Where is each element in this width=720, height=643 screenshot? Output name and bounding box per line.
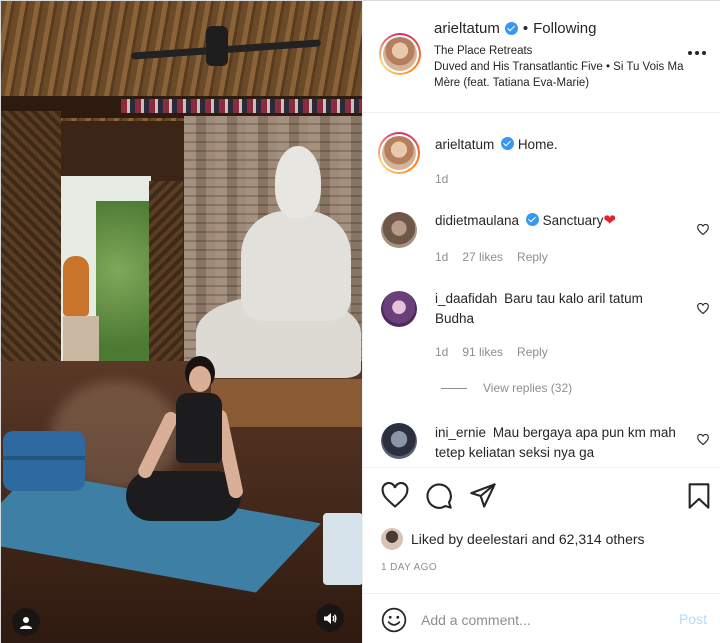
verified-badge-icon bbox=[501, 137, 515, 150]
post-video[interactable] bbox=[1, 1, 362, 643]
author-username[interactable]: arieltatum bbox=[434, 20, 500, 37]
comment-time[interactable]: 1d bbox=[435, 250, 448, 264]
commenter-avatar[interactable] bbox=[381, 291, 417, 327]
tagged-users-button[interactable] bbox=[12, 608, 40, 636]
more-options-icon[interactable] bbox=[688, 47, 710, 59]
following-button[interactable]: Following bbox=[533, 20, 596, 37]
header-separator: • bbox=[522, 20, 529, 37]
comment-like-heart-icon[interactable] bbox=[697, 224, 709, 236]
add-comment-bar: Post bbox=[363, 593, 720, 643]
likes-summary: Liked by deelestari and 62,314 others bbox=[381, 528, 645, 550]
post-actions: Liked by deelestari and 62,314 others 1 … bbox=[363, 467, 720, 593]
post-comment-button[interactable]: Post bbox=[679, 611, 707, 627]
liker-avatar[interactable] bbox=[381, 528, 403, 550]
post-timestamp[interactable]: 1 DAY AGO bbox=[381, 562, 437, 573]
likes-conjunction: and bbox=[531, 531, 555, 547]
video-frame bbox=[1, 1, 362, 643]
sound-toggle-button[interactable] bbox=[316, 604, 344, 632]
liker-username[interactable]: deelestari bbox=[467, 531, 528, 547]
speaker-icon bbox=[324, 612, 337, 624]
post-details-panel: arieltatum • Following The Place Retreat… bbox=[362, 1, 720, 643]
comment-time[interactable]: 1d bbox=[435, 345, 448, 359]
paper-plane-icon[interactable] bbox=[469, 482, 497, 510]
commenter-username[interactable]: ini_ernie bbox=[435, 425, 486, 440]
view-replies-label: View replies (32) bbox=[483, 381, 573, 395]
commenter-avatar[interactable] bbox=[381, 423, 417, 459]
author-avatar[interactable] bbox=[379, 33, 421, 75]
likes-others-link[interactable]: 62,314 others bbox=[559, 531, 645, 547]
red-heart-emoji-icon: ❤ bbox=[603, 212, 616, 229]
comments-list[interactable]: arieltatum Home. 1d didietmaulana Sanctu… bbox=[363, 114, 720, 467]
caption-text: Home. bbox=[517, 137, 558, 152]
commenter-avatar[interactable] bbox=[381, 212, 417, 248]
caption-username[interactable]: arieltatum bbox=[435, 137, 494, 152]
commenter-username[interactable]: didietmaulana bbox=[435, 213, 519, 228]
heart-icon[interactable] bbox=[381, 482, 409, 510]
reply-button[interactable]: Reply bbox=[517, 250, 548, 264]
commenter-username[interactable]: i_daafidah bbox=[435, 291, 497, 306]
comment-likes[interactable]: 27 likes bbox=[462, 250, 503, 264]
comment-like-heart-icon[interactable] bbox=[697, 434, 709, 446]
likes-prefix: Liked by bbox=[411, 531, 464, 547]
reply-button[interactable]: Reply bbox=[517, 345, 548, 359]
comment-like-heart-icon[interactable] bbox=[697, 303, 709, 315]
instagram-post: arieltatum • Following The Place Retreat… bbox=[0, 0, 720, 643]
comment-icon[interactable] bbox=[425, 482, 453, 510]
verified-badge-icon bbox=[525, 213, 539, 226]
user-icon bbox=[20, 616, 32, 629]
view-replies-button[interactable]: View replies (32) bbox=[441, 381, 572, 395]
replies-divider bbox=[441, 387, 467, 389]
comment-text: Sanctuary bbox=[542, 213, 604, 228]
comment-likes[interactable]: 91 likes bbox=[462, 345, 503, 359]
caption-time[interactable]: 1d bbox=[435, 172, 448, 186]
smiley-icon[interactable] bbox=[381, 607, 407, 633]
comment-input[interactable] bbox=[421, 608, 661, 632]
bookmark-icon[interactable] bbox=[685, 482, 713, 510]
location-link[interactable]: The Place Retreats bbox=[434, 43, 694, 59]
caption-avatar[interactable] bbox=[378, 132, 420, 174]
post-header: arieltatum • Following The Place Retreat… bbox=[363, 1, 720, 113]
verified-badge-icon bbox=[504, 22, 518, 35]
audio-link[interactable]: Duved and His Transatlantic Five • Si Tu… bbox=[434, 59, 694, 91]
